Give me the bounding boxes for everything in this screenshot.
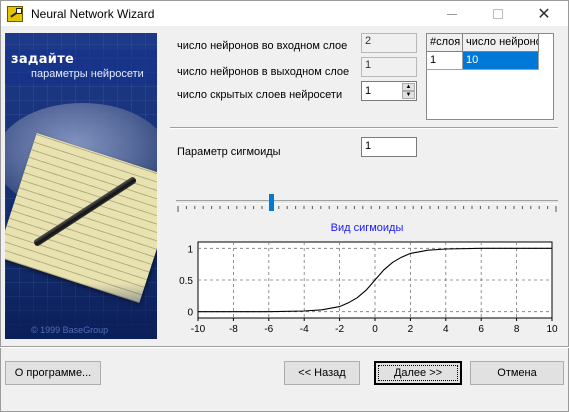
grid-header-row: #слоя число нейронов [427,34,553,52]
y-tick-label: 1 [187,244,193,255]
sigmoid-param-label: Параметр сигмоиды [177,146,281,158]
output-neurons-label: число нейронов в выходном слое [177,66,350,78]
next-button[interactable]: Далее >> [374,361,462,385]
x-tick-label: 10 [546,324,558,335]
sigmoid-slider-track[interactable] [176,200,558,204]
window-title: Neural Network Wizard [31,7,155,21]
slider-ticks [177,206,557,212]
input-neurons-field: 2 [361,33,417,53]
app-icon [7,6,23,22]
grid-header-layer[interactable]: #слоя [427,34,463,52]
grid-cell-neurons[interactable]: 10 [463,52,539,70]
x-tick-label: -2 [335,324,344,335]
hidden-layers-value[interactable]: 1 [365,85,371,97]
spin-down-icon[interactable]: ▼ [402,91,415,99]
hidden-layers-grid[interactable]: #слоя число нейронов 1 10 [426,33,554,120]
sigmoid-param-input[interactable]: 1 [361,137,417,157]
spin-up-icon[interactable]: ▲ [402,83,415,91]
x-tick-label: 2 [408,324,414,335]
about-button[interactable]: О программе... [5,361,101,385]
minimize-icon [447,13,457,15]
x-tick-label: 0 [372,324,378,335]
hidden-layers-spinner[interactable]: 1 ▲ ▼ [361,81,417,101]
x-tick-label: -4 [300,324,309,335]
grid-cell-layer[interactable]: 1 [427,52,463,70]
cancel-button[interactable]: Отмена [470,361,564,385]
x-tick-label: -6 [264,324,273,335]
chart-title: Вид сигмоиды [330,222,404,234]
maximize-icon [493,9,503,19]
section-divider [170,127,558,129]
y-tick-label: 0 [187,308,193,319]
grid-header-neurons[interactable]: число нейронов [463,34,539,52]
back-button[interactable]: << Назад [284,361,360,385]
x-tick-label: 4 [443,324,449,335]
wizard-banner-image: задайте параметры нейросети © 1999 BaseG… [5,33,157,339]
sigmoid-slider-thumb[interactable] [268,194,274,211]
sigmoid-chart: -10 -8 -6 -4 -2 0 2 4 6 8 10 0 0.5 1 [179,241,558,335]
table-row[interactable]: 1 10 [427,52,553,70]
banner-copyright: © 1999 BaseGroup [31,325,109,335]
close-button[interactable]: ✕ [521,1,567,27]
footer-divider [0,346,569,348]
x-tick-label: -10 [191,324,206,335]
output-neurons-field: 1 [361,57,417,77]
hidden-layers-label: число скрытых слоев нейросети [177,89,343,101]
y-tick-label: 0.5 [179,276,193,287]
input-neurons-label: число нейронов во входном слое [177,40,348,52]
title-bar: Neural Network Wizard ✕ [0,0,569,26]
maximize-button[interactable] [475,1,521,27]
banner-title: задайте [11,52,75,67]
banner-subtitle: параметры нейросети [31,68,144,80]
x-tick-label: -8 [229,324,238,335]
x-tick-label: 6 [478,324,484,335]
minimize-button[interactable] [429,1,475,27]
x-tick-label: 8 [514,324,520,335]
